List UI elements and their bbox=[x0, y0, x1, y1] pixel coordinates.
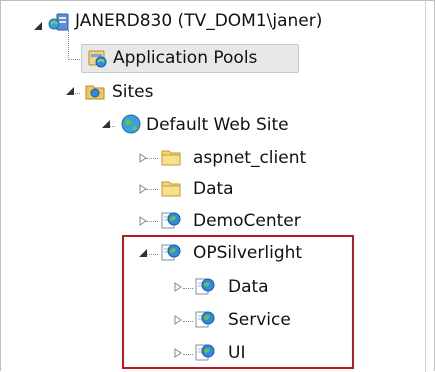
tree-item-aspnet-client[interactable]: aspnet_client bbox=[193, 148, 306, 168]
globe-icon bbox=[120, 113, 142, 135]
tree-connector bbox=[68, 30, 70, 60]
expand-toggle[interactable] bbox=[100, 118, 112, 130]
sites-folder-icon bbox=[84, 80, 106, 102]
expand-toggle[interactable] bbox=[64, 85, 76, 97]
web-app-icon bbox=[160, 209, 182, 231]
collapsed-toggle[interactable] bbox=[137, 152, 149, 164]
tree-item-democenter[interactable]: DemoCenter bbox=[193, 211, 301, 231]
tree-item-server-label[interactable]: JANERD830 (TV_DOM1\janer) bbox=[75, 11, 322, 31]
tree-item-data-folder[interactable]: Data bbox=[193, 179, 234, 199]
folder-icon bbox=[160, 177, 182, 199]
folder-icon bbox=[160, 146, 182, 168]
tree-item-application-pools[interactable]: Application Pools bbox=[113, 48, 257, 68]
expand-toggle[interactable] bbox=[32, 20, 44, 32]
collapsed-toggle[interactable] bbox=[137, 183, 149, 195]
highlight-box bbox=[122, 235, 354, 369]
tree-item-default-web-site[interactable]: Default Web Site bbox=[146, 115, 289, 135]
app-pool-icon bbox=[86, 47, 108, 69]
tree-connector bbox=[68, 59, 80, 61]
scroll-divider bbox=[425, 0, 426, 372]
collapsed-toggle[interactable] bbox=[137, 215, 149, 227]
tree-item-sites[interactable]: Sites bbox=[112, 82, 154, 102]
server-icon bbox=[48, 12, 70, 34]
